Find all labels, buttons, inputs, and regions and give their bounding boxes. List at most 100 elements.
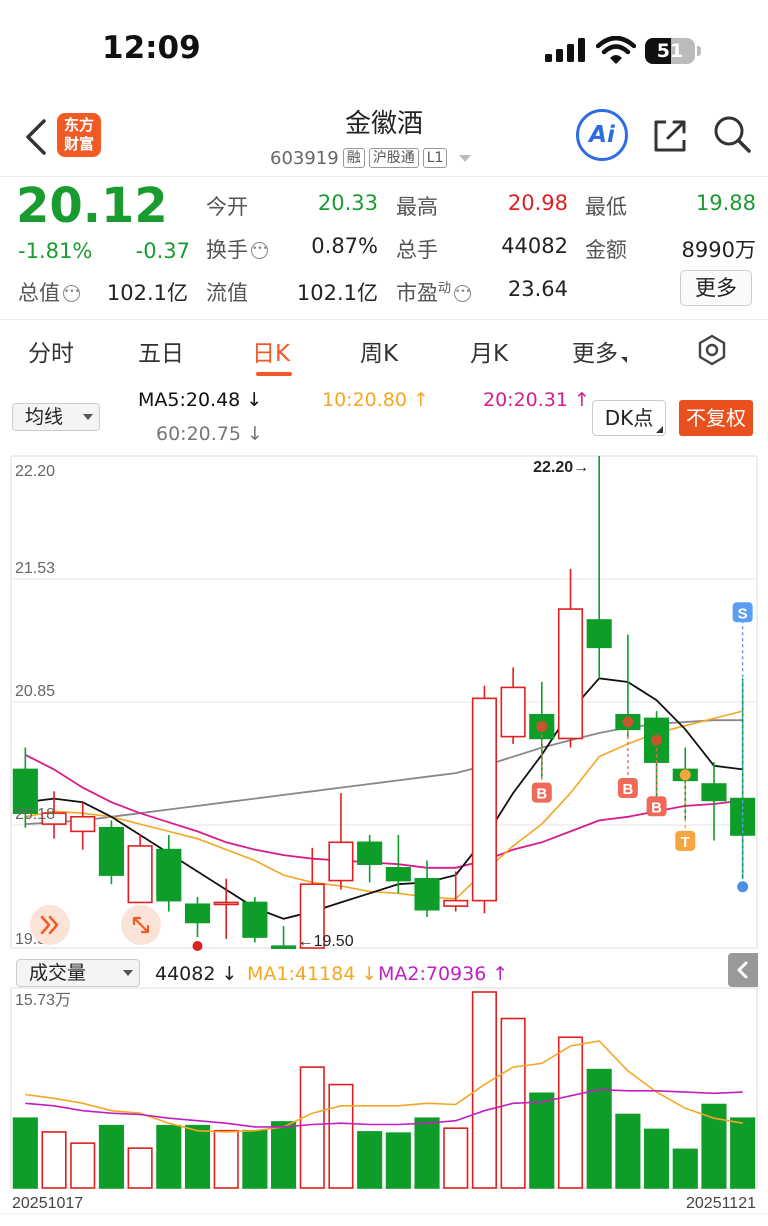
kline-chart[interactable]: SSBBBT 22.2021.5320.8520.1819.5015.73万22… [0,450,768,1226]
pe-label-text: 市盈 [396,281,438,305]
volume-current: 44082 ↓ [155,963,238,985]
stock-code-row[interactable]: 603919 融 沪股通 L1 [270,146,472,170]
ai-assistant-icon[interactable]: Ai [576,109,628,161]
ma10-label: 10:20.80 ↑ [322,389,429,411]
volume-bar [70,1142,96,1189]
change-value: -0.37 [135,239,190,263]
ma60-label: 60:20.75 ↓ [156,423,263,445]
chevron-down-icon [83,414,93,420]
more-quote-button[interactable]: 更多 [680,270,752,306]
tab-more[interactable]: 更多 [572,334,627,368]
volume-bar [615,1113,641,1189]
change-percent: -1.81% [18,239,93,263]
tab-intraday[interactable]: 分时 [28,334,74,368]
market-cap-label[interactable]: 总值 ••• [18,277,80,307]
collapse-panel-button[interactable] [728,953,758,987]
candle-body [414,877,440,911]
volume-bar [701,1103,727,1189]
volume-bar [242,1129,268,1189]
pe-value: 23.64 [507,277,568,301]
volume-bar [672,1148,698,1189]
chevron-left-icon [737,961,748,979]
kline-chart-area[interactable]: SSBBBT 22.2021.5320.8520.1819.5015.73万22… [0,450,768,1226]
ma-legend-row: 均线 MA5:20.48 ↓ 10:20.80 ↑ 20:20.31 ↑ 60:… [0,383,768,453]
volume-bar [271,1121,297,1189]
more-dots-icon: ••• [251,242,268,259]
volume-indicator-selector[interactable]: 成交量 [16,959,140,987]
more-dots-icon: ••• [63,285,80,302]
no-adjust-button[interactable]: 不复权 [679,400,753,436]
volume-value: 44082 [501,234,568,258]
y-axis-label: 22.20 [15,463,55,480]
share-icon[interactable] [650,116,690,156]
volume-bar [213,1129,239,1189]
high-value: 20.98 [507,191,568,215]
ma60-line [25,719,743,825]
candle-body [730,797,756,836]
candle-body [328,841,354,882]
low-value: 19.88 [695,191,756,215]
volume-bar [41,1131,67,1189]
gear-icon[interactable] [696,334,728,366]
volume-bar [385,1132,411,1189]
search-icon[interactable] [712,114,752,154]
tab-weekly-k[interactable]: 周K [360,334,398,368]
candle-body [98,826,124,876]
last-price: 20.12 [16,178,168,234]
x-axis-end-date: 20251121 [686,1195,756,1212]
volume-current-text: 44082 [155,963,216,985]
y-axis-label: 20.85 [15,683,55,700]
candle-body [471,697,497,902]
turnover-label[interactable]: 换手 ••• [206,234,268,264]
indicator-selector[interactable]: 均线 [12,403,100,431]
tag-connect: 沪股通 [368,148,419,168]
ma5-label: MA5:20.48 ↓ [138,389,263,411]
corner-arrow-icon [656,426,663,433]
volume-bar [98,1124,124,1189]
open-value: 20.33 [317,191,378,215]
tab-daily-k[interactable]: 日K [252,334,290,368]
signal-dot [679,769,691,781]
tab-more-label: 更多 [572,341,618,367]
ma5-label-text: MA5:20.48 [138,389,241,411]
high-price-annotation: 22.20→ [533,459,589,476]
expand-arrows-icon [132,916,150,934]
candle-body [213,901,239,906]
volume-bar [184,1124,211,1189]
candle-body [184,903,211,924]
pe-superscript: 动 [438,281,452,296]
volume-legend-row: 成交量 44082 ↓ MA1:41184 ↓ MA2:70936 ↑ [0,955,768,991]
volume-bar [127,1147,153,1189]
volume-ma2: MA2:70936 ↑ [378,963,509,985]
candle-body [557,608,584,740]
candle-body [357,841,383,865]
signal-dot [651,734,663,746]
volume-bar [12,1117,38,1189]
volume-ma1-text: MA1:41184 [247,963,356,985]
tag-level: L1 [422,148,448,168]
fullscreen-button[interactable] [121,905,161,945]
more-dots-icon: ••• [454,285,472,302]
volume-label: 总手 [396,238,438,262]
expand-left-button[interactable] [30,905,70,945]
low-label: 最低 [585,195,627,219]
candle-body [156,848,182,902]
candle-body [70,815,96,833]
dk-points-button[interactable]: DK点 [592,400,666,436]
signal-dot [622,716,634,728]
corner-arrow-icon [621,357,627,363]
quote-panel: 20.12 -1.81% -0.37 今开 20.33 最高 20.98 最低 … [0,176,768,318]
market-cap-value: 102.1亿 [106,281,188,305]
tab-five-day[interactable]: 五日 [138,334,184,368]
dk-points-label: DK点 [604,406,654,430]
volume-bar [644,1128,670,1189]
tab-monthly-k[interactable]: 月K [470,334,508,368]
turnover-value: 0.87% [311,234,378,258]
volume-ma2-text: MA2:70936 [378,963,487,985]
ma20-label-text: 20:20.31 [483,389,568,411]
volume-selector-label: 成交量 [29,962,87,984]
candle-body [701,783,727,802]
signal-dot [737,881,749,893]
pe-label[interactable]: 市盈动 ••• [396,277,472,307]
candle-body [271,945,297,949]
